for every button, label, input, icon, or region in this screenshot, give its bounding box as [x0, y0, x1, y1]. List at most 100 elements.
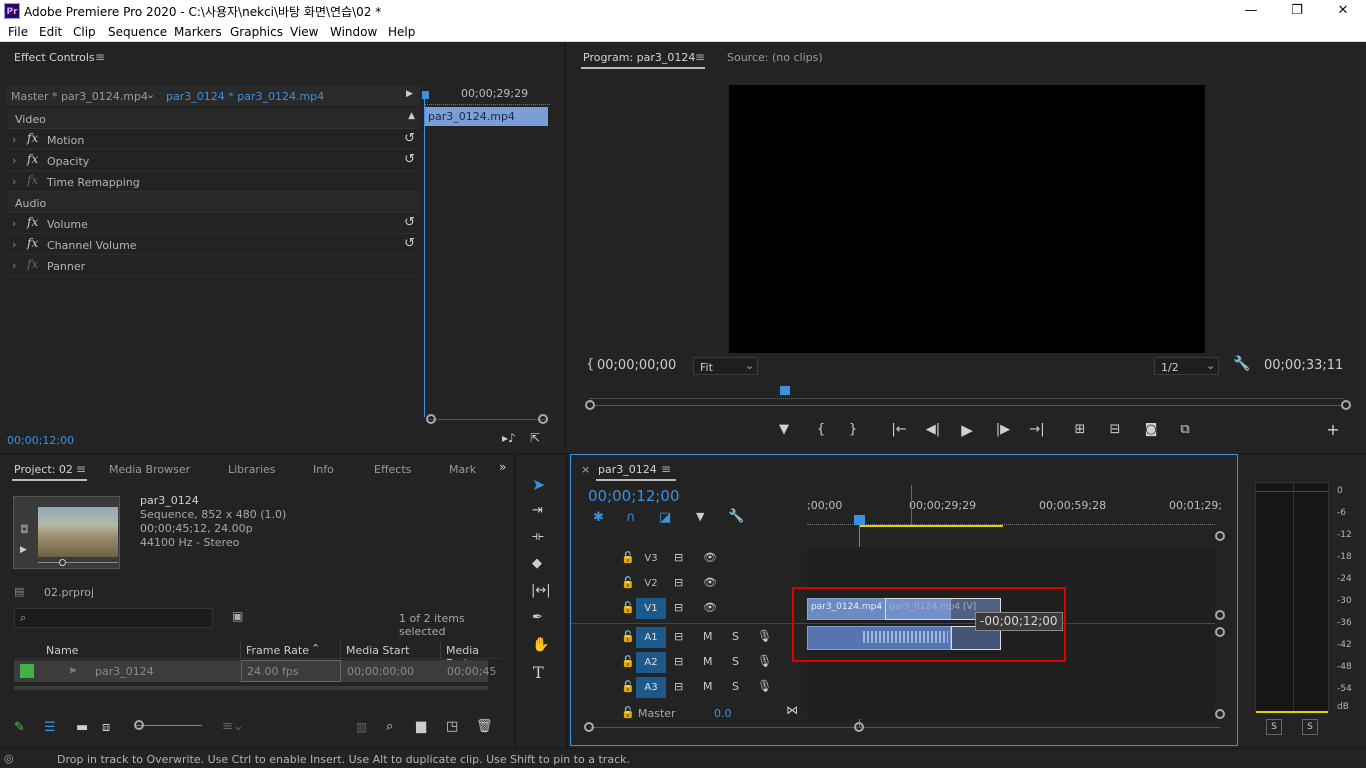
- slip-tool-icon[interactable]: |↔|: [531, 583, 551, 598]
- track-label[interactable]: A1: [636, 627, 666, 648]
- master-clip-label[interactable]: Master * par3_0124.mp4: [11, 90, 148, 103]
- list-view-icon[interactable]: ☰: [44, 720, 56, 735]
- scroll-handle-mid[interactable]: [1215, 610, 1225, 620]
- eye-icon[interactable]: 👁: [703, 551, 717, 564]
- lock-icon[interactable]: 🔓: [621, 630, 635, 643]
- snap-icon[interactable]: ∩: [626, 510, 636, 525]
- tab-project[interactable]: Project: 02: [14, 463, 73, 476]
- program-zoom-bar[interactable]: [594, 405, 1342, 406]
- menu-graphics[interactable]: Graphics: [230, 25, 283, 39]
- microphone-icon[interactable]: 🎙: [757, 654, 772, 668]
- expand-icon[interactable]: ›: [12, 217, 16, 230]
- find-icon[interactable]: ⌕: [386, 719, 393, 734]
- lock-icon[interactable]: 🔓: [621, 551, 635, 564]
- reset-icon[interactable]: ↺: [404, 236, 415, 251]
- mute-icon[interactable]: M: [703, 680, 713, 693]
- timeline-ruler[interactable]: [807, 515, 1215, 525]
- lock-icon[interactable]: 🔓: [621, 601, 635, 614]
- export-icon[interactable]: ⇱: [530, 431, 540, 445]
- fit-dropdown[interactable]: Fit ⌄: [693, 357, 758, 375]
- horizontal-scrollbar[interactable]: [14, 686, 488, 690]
- sync-lock-icon[interactable]: ⊟: [674, 551, 683, 564]
- expand-icon[interactable]: ›: [12, 175, 16, 188]
- mute-icon[interactable]: M: [703, 630, 713, 643]
- playhead-handle[interactable]: [422, 91, 429, 99]
- label-color-swatch[interactable]: [20, 664, 34, 678]
- video-preview[interactable]: [729, 85, 1205, 353]
- track-label[interactable]: V3: [636, 548, 666, 569]
- zoom-handle-right[interactable]: [538, 414, 548, 424]
- expand-icon[interactable]: ›: [12, 259, 16, 272]
- program-ruler[interactable]: [590, 389, 1344, 399]
- program-playhead[interactable]: [780, 386, 790, 395]
- effect-timeline[interactable]: 00;00;29;29 par3_0124.mp4: [422, 87, 550, 417]
- reset-icon[interactable]: ↺: [404, 215, 415, 230]
- ripple-edit-tool-icon[interactable]: ⟛: [532, 529, 544, 544]
- go-to-end-icon[interactable]: ⋈: [786, 703, 798, 717]
- menu-markers[interactable]: Markers: [174, 25, 222, 39]
- fx-icon[interactable]: fx: [27, 215, 38, 229]
- add-marker-icon[interactable]: ▼: [773, 419, 795, 441]
- menu-window[interactable]: Window: [330, 25, 377, 39]
- reset-icon[interactable]: ↺: [404, 152, 415, 167]
- lock-icon[interactable]: 🔓: [621, 576, 635, 589]
- sync-lock-icon[interactable]: ⊟: [674, 630, 683, 643]
- more-tabs-icon[interactable]: »: [499, 460, 506, 474]
- automate-to-sequence-icon[interactable]: ▥: [356, 720, 367, 734]
- scroll-handle-audio[interactable]: [1215, 627, 1225, 637]
- add-marker-icon[interactable]: ▼: [696, 510, 704, 523]
- wrench-icon[interactable]: 🔧: [1233, 356, 1250, 372]
- tab-info[interactable]: Info: [313, 463, 334, 476]
- timeline-zoom-bar[interactable]: [590, 727, 1220, 728]
- comparison-view-icon[interactable]: ⧉: [1174, 419, 1196, 441]
- zoom-handle-left[interactable]: [585, 400, 595, 410]
- menu-clip[interactable]: Clip: [73, 25, 96, 39]
- column-divider[interactable]: [340, 641, 341, 659]
- zoom-handle-left[interactable]: [584, 722, 594, 732]
- sequence-thumbnail[interactable]: ◘ ▶: [13, 496, 120, 569]
- microphone-icon[interactable]: 🎙: [757, 679, 772, 693]
- mute-icon[interactable]: M: [703, 655, 713, 668]
- timeline-timecode[interactable]: 00;00;12;00: [588, 487, 680, 505]
- hand-tool-icon[interactable]: ✋: [532, 637, 549, 653]
- program-in-time[interactable]: 00;00;00;00: [597, 358, 676, 373]
- zoom-handle-right[interactable]: [854, 722, 864, 732]
- effect-row-time-remapping[interactable]: › fx Time Remapping: [8, 171, 419, 192]
- expand-icon[interactable]: ›: [12, 238, 16, 251]
- menu-help[interactable]: Help: [388, 25, 415, 39]
- meter-area[interactable]: [1255, 482, 1329, 713]
- zoom-handle-right[interactable]: [1341, 400, 1351, 410]
- track-label[interactable]: A2: [636, 652, 666, 673]
- reset-icon[interactable]: ↺: [404, 131, 415, 146]
- timeline-tab[interactable]: par3_0124: [598, 463, 657, 476]
- project-search-input[interactable]: ⌕: [14, 608, 213, 628]
- timeline-settings-icon[interactable]: 🔧: [728, 509, 744, 524]
- mark-in-icon[interactable]: {: [810, 419, 832, 441]
- effect-controls-title[interactable]: Effect Controls: [14, 51, 95, 64]
- tab-media-browser[interactable]: Media Browser: [109, 463, 190, 476]
- pencil-icon[interactable]: ✎: [14, 720, 25, 735]
- menu-sequence[interactable]: Sequence: [108, 25, 167, 39]
- new-item-icon[interactable]: ◳: [446, 719, 458, 734]
- track-label[interactable]: A3: [636, 677, 666, 698]
- effect-row-channel-volume[interactable]: › fx Channel Volume ↺: [8, 234, 419, 255]
- thumbnail-scrub-handle[interactable]: [59, 559, 66, 566]
- extract-icon[interactable]: ⊟: [1104, 419, 1126, 441]
- master-value[interactable]: 0.0: [714, 707, 732, 720]
- export-frame-icon[interactable]: ◙: [1140, 419, 1162, 441]
- nest-toggle-icon[interactable]: ✱: [593, 510, 604, 525]
- microphone-icon[interactable]: 🎙: [757, 629, 772, 643]
- sync-lock-icon[interactable]: ⊟: [674, 680, 683, 693]
- lock-icon[interactable]: 🔓: [621, 706, 635, 719]
- minimize-button[interactable]: —: [1228, 0, 1274, 22]
- sync-lock-icon[interactable]: ⊟: [674, 601, 683, 614]
- play-arrow-icon[interactable]: ▶: [406, 89, 413, 99]
- tab-libraries[interactable]: Libraries: [228, 463, 276, 476]
- new-bin-from-search-icon[interactable]: ▣: [232, 609, 243, 623]
- fx-icon[interactable]: fx: [27, 236, 38, 250]
- project-row[interactable]: ⫸ par3_0124 24.00 fps 00;00;00;00 00;00;…: [14, 660, 496, 682]
- track-label[interactable]: V1: [636, 598, 666, 619]
- effect-row-panner[interactable]: › fx Panner: [8, 255, 419, 276]
- zoom-slider[interactable]: [136, 725, 202, 726]
- lift-icon[interactable]: ⊞: [1069, 419, 1091, 441]
